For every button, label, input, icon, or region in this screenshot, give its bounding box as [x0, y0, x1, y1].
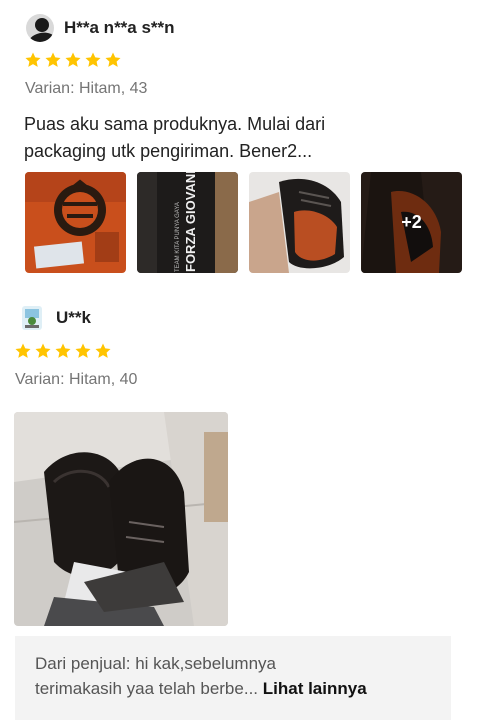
star-icon [85, 52, 101, 67]
seller-reply-line: terimakasih yaa telah berbe... Lihat lai… [35, 676, 431, 701]
star-icon [75, 343, 91, 358]
review-text: Puas aku sama produknya. Mulai dari pack… [24, 111, 464, 165]
reviewer-name: U**k [56, 308, 91, 327]
seller-reply-text: terimakasih yaa telah berbe... [35, 679, 259, 698]
see-more-link[interactable]: Lihat lainnya [263, 679, 367, 698]
review-photo[interactable] [25, 172, 126, 273]
more-photos-count: +2 [361, 172, 462, 273]
avatar [22, 306, 42, 330]
seller-reply-label: Dari penjual: [35, 654, 131, 673]
star-icon [45, 52, 61, 67]
review-photo[interactable]: FORZA GIOVANE TEAM KITA PUNYA GAYA [137, 172, 238, 273]
box-tagline-text: TEAM KITA PUNYA GAYA [175, 202, 181, 272]
star-icon [65, 52, 81, 67]
reviewer-name: H**a n**a s**n [64, 18, 175, 37]
seller-reply-box: Dari penjual: hi kak,sebelumnya terimaka… [15, 636, 451, 720]
star-icon [15, 343, 31, 358]
variant-label: Varian: Hitam, 43 [25, 80, 148, 97]
star-icon [55, 343, 71, 358]
avatar [26, 14, 54, 42]
review-photo[interactable] [249, 172, 350, 273]
reviewer-row: U**k [22, 306, 91, 330]
reviewer-row: H**a n**a s**n [26, 14, 175, 42]
variant-label: Varian: Hitam, 40 [15, 371, 138, 388]
review-photo[interactable] [14, 412, 228, 626]
star-icon [95, 343, 111, 358]
star-icon [105, 52, 121, 67]
box-brand-text: FORZA GIOVANE [183, 172, 198, 272]
seller-reply-line: Dari penjual: hi kak,sebelumnya [35, 651, 431, 676]
review-photos: FORZA GIOVANE TEAM KITA PUNYA GAYA +2 [25, 172, 462, 273]
review-text-line: Puas aku sama produknya. Mulai dari [24, 114, 326, 134]
star-rating [14, 342, 112, 360]
review-text-line: packaging utk pengiriman. Bener2... [24, 141, 313, 161]
star-rating [24, 51, 122, 69]
star-icon [25, 52, 41, 67]
star-icon [35, 343, 51, 358]
seller-reply-text: hi kak,sebelumnya [135, 654, 276, 673]
review-photo-more[interactable]: +2 [361, 172, 462, 273]
